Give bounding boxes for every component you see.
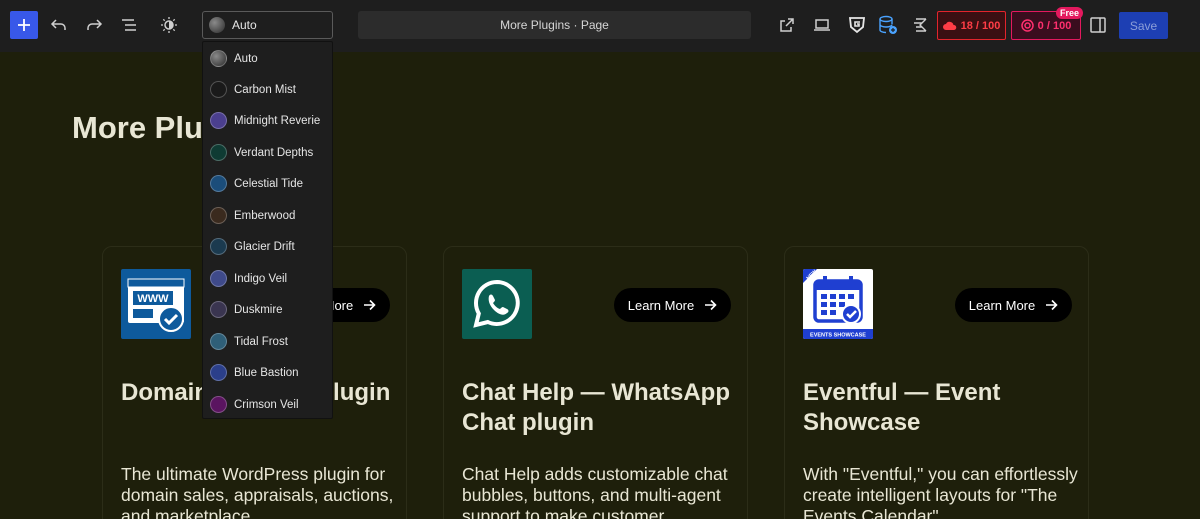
theme-swatch	[210, 207, 227, 224]
theme-option-crimson-veil[interactable]: Crimson Veil	[203, 389, 334, 420]
www-sale-icon: WWW	[121, 269, 191, 339]
theme-swatch	[210, 333, 227, 350]
save-button[interactable]: Save	[1119, 12, 1168, 39]
external-link-icon	[780, 18, 794, 32]
learn-more-button[interactable]: Learn More	[614, 288, 731, 322]
theme-option-label: Midnight Reverie	[234, 114, 321, 127]
theme-swatch	[210, 81, 227, 98]
theme-swatch	[210, 144, 227, 161]
g-shield-icon	[848, 17, 866, 34]
theme-option-blue-bastion[interactable]: Blue Bastion	[203, 357, 334, 388]
card-description: With "Eventful," you can effortlessly cr…	[803, 464, 1078, 519]
theme-swatch	[210, 396, 227, 413]
theme-swatch	[210, 301, 227, 318]
undo-button[interactable]	[45, 11, 73, 39]
theme-option-label: Blue Bastion	[234, 366, 299, 379]
document-title: More Plugins · Page	[500, 18, 609, 32]
card-description: Chat Help adds customizable chat bubbles…	[462, 464, 728, 519]
theme-option-label: Carbon Mist	[234, 83, 296, 96]
theme-option-auto[interactable]: Auto	[203, 43, 334, 74]
settings-sidebar-button[interactable]	[1084, 11, 1112, 39]
theme-option-emberwood[interactable]: Emberwood	[203, 200, 334, 231]
card-title: Chat Help — WhatsApp Chat plugin	[462, 379, 730, 436]
sidebar-toggle-icon	[1090, 17, 1106, 33]
k-logo-icon	[914, 18, 927, 32]
theme-option-label: Glacier Drift	[234, 240, 295, 253]
theme-option-celestial-tide[interactable]: Celestial Tide	[203, 168, 334, 199]
theme-swatch	[210, 270, 227, 287]
arrow-right-icon	[364, 299, 376, 311]
theme-option-label: Tidal Frost	[234, 335, 288, 348]
cloud-icon	[942, 21, 956, 30]
laptop-icon	[814, 19, 830, 31]
target-icon	[1020, 19, 1034, 32]
free-badge: Free	[1056, 7, 1084, 19]
redo-icon	[87, 19, 103, 30]
document-title-bar[interactable]: More Plugins · Page	[358, 11, 751, 39]
list-view-icon	[122, 19, 136, 31]
theme-swatch	[210, 175, 227, 192]
quota-b-value: 0 / 100	[1037, 19, 1072, 32]
quota-badge-a[interactable]: 18 / 100	[937, 11, 1006, 40]
arrow-right-icon	[1046, 299, 1058, 311]
learn-more-label: Learn More	[627, 297, 695, 313]
theme-option-tidal-frost[interactable]: Tidal Frost	[203, 326, 334, 357]
redo-button[interactable]	[80, 11, 108, 39]
k-plugin-button[interactable]	[907, 11, 935, 39]
theme-dropdown-menu: Auto Carbon Mist Midnight Reverie Verdan…	[202, 41, 333, 419]
theme-select[interactable]: Auto	[202, 11, 333, 39]
theme-option-label: Duskmire	[234, 303, 283, 316]
theme-option-midnight-reverie[interactable]: Midnight Reverie	[203, 105, 334, 136]
database-button[interactable]	[874, 11, 902, 39]
theme-option-label: Indigo Veil	[234, 272, 288, 285]
list-view-button[interactable]	[115, 11, 143, 39]
learn-more-label: Learn More	[968, 297, 1036, 313]
theme-option-label: Auto	[234, 52, 258, 65]
theme-option-label: Verdant Depths	[234, 146, 314, 159]
theme-swatch	[210, 112, 227, 129]
theme-option-label: Emberwood	[234, 209, 296, 222]
theme-option-glacier-drift[interactable]: Glacier Drift	[203, 231, 334, 262]
add-block-button[interactable]	[10, 11, 38, 39]
theme-option-carbon-mist[interactable]: Carbon Mist	[203, 74, 334, 105]
plugin-card: Learn More Chat Help — WhatsApp Chat plu…	[443, 246, 748, 519]
plugin-card: NEW EVENTS SHOWCASE Learn More Eventful …	[784, 246, 1089, 519]
theme-swatch	[209, 17, 225, 33]
theme-option-indigo-veil[interactable]: Indigo Veil	[203, 263, 334, 294]
theme-swatch	[210, 364, 227, 381]
learn-more-button[interactable]: Learn More	[955, 288, 1072, 322]
editor-toolbar: Auto More Plugins · Page 18 / 100 0 / 10…	[0, 0, 1200, 52]
appearance-button[interactable]	[155, 11, 183, 39]
theme-swatch	[210, 50, 227, 67]
theme-option-label: Crimson Veil	[234, 398, 299, 411]
view-page-button[interactable]	[773, 11, 801, 39]
card-description: The ultimate WordPress plugin for domain…	[121, 464, 394, 519]
brightness-icon	[161, 17, 177, 33]
database-icon	[879, 15, 897, 34]
svg-text:WWW: WWW	[137, 293, 169, 305]
g-plugin-button[interactable]	[843, 11, 871, 39]
device-preview-button[interactable]	[808, 11, 836, 39]
theme-option-label: Celestial Tide	[234, 177, 304, 190]
plus-icon	[18, 19, 30, 31]
calendar-check-icon: NEW EVENTS SHOWCASE	[803, 269, 873, 339]
theme-option-duskmire[interactable]: Duskmire	[203, 294, 334, 325]
quota-a-value: 18 / 100	[960, 19, 1001, 32]
logo-caption: EVENTS SHOWCASE	[810, 333, 866, 339]
undo-icon	[50, 19, 66, 30]
theme-swatch	[210, 238, 227, 255]
whatsapp-icon	[462, 269, 532, 339]
theme-select-value: Auto	[232, 18, 257, 32]
card-title: Eventful — Event Showcase	[803, 379, 1001, 436]
arrow-right-icon	[705, 299, 717, 311]
theme-option-verdant-depths[interactable]: Verdant Depths	[203, 137, 334, 168]
